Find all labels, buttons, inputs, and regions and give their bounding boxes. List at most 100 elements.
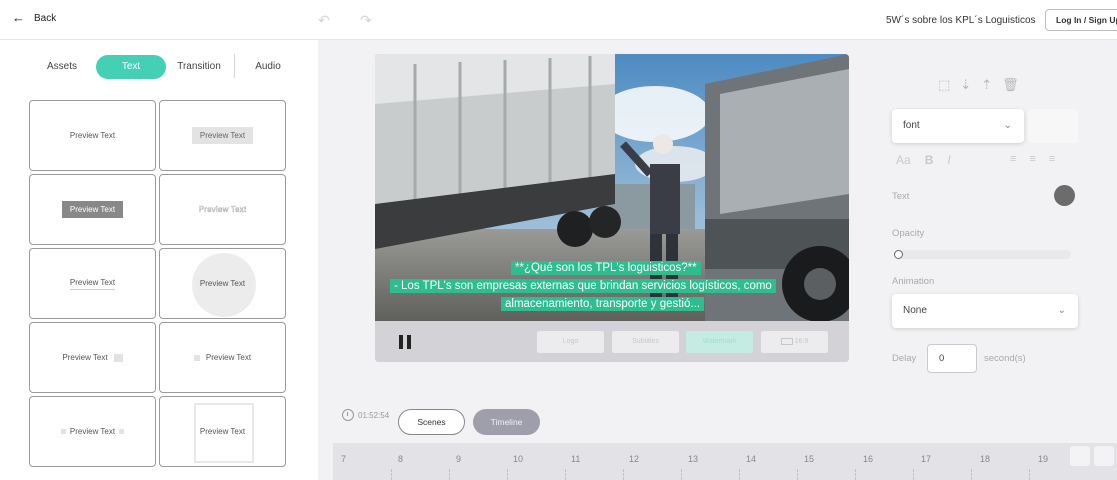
ruler-tick: 14 <box>746 454 757 464</box>
video-preview: **¿Qué son los TPL's loguisticos?** - Lo… <box>375 54 849 362</box>
preset-label: Preview Text <box>191 127 254 144</box>
watermark-button[interactable]: Watermark <box>686 331 753 353</box>
ruler-gridline <box>1029 469 1030 480</box>
opacity-label: Opacity <box>892 228 925 239</box>
font-value: font <box>903 120 920 131</box>
preset-label: Preview Text <box>69 427 116 436</box>
send-backward-icon[interactable]: ⇡ <box>981 77 992 93</box>
ruler-tick: 10 <box>513 454 524 464</box>
ruler-tick: 9 <box>456 454 462 464</box>
ruler-gridline <box>623 469 624 480</box>
pause-icon[interactable] <box>399 335 413 349</box>
tab-assets[interactable]: Assets <box>36 55 88 79</box>
ruler-tick: 17 <box>921 454 932 464</box>
preset-label: Preview Text <box>69 131 116 140</box>
subtitle-line: - Los TPL's son empresas externas que br… <box>390 279 776 293</box>
ruler-tick: 8 <box>398 454 404 464</box>
align-center-icon[interactable]: ≡ <box>1029 153 1035 165</box>
aspect-ratio-button[interactable]: 16:9 <box>761 331 828 353</box>
time-display: 01:52:54 <box>342 409 389 421</box>
ruler-tick: 15 <box>804 454 815 464</box>
timeline-button[interactable]: Timeline <box>473 409 540 435</box>
ruler-gridline <box>855 469 856 480</box>
italic-icon[interactable]: I <box>947 153 950 167</box>
delay-input[interactable]: 0 <box>927 344 977 373</box>
text-preset-square-left[interactable]: Preview Text <box>159 322 286 393</box>
chevron-down-icon: ⌄ <box>1057 305 1066 316</box>
subtitle-line: **¿Qué son los TPL's loguisticos?** <box>511 261 701 275</box>
text-color-swatch[interactable] <box>1054 185 1075 206</box>
animation-value: None <box>903 305 927 316</box>
text-preset-dark-box[interactable]: Preview Text <box>29 174 156 245</box>
ruler-gridline <box>739 469 740 480</box>
preset-label: Preview Text <box>61 201 124 218</box>
ruler-tick: 16 <box>863 454 874 464</box>
ruler-gridline <box>507 469 508 480</box>
time-value: 01:52:54 <box>358 410 390 420</box>
text-preset-underline[interactable]: Preview Text <box>29 248 156 319</box>
tab-text[interactable]: Text <box>96 55 166 79</box>
animation-select[interactable]: None ⌄ <box>892 294 1078 328</box>
preset-label: Preview Text <box>205 353 252 362</box>
preset-label: Preview Text <box>199 427 246 436</box>
text-preset-gray-box[interactable]: Preview Text <box>159 100 286 171</box>
ruler-tick: 7 <box>341 454 347 464</box>
login-signup-button[interactable]: Log In / Sign Up <box>1045 9 1117 31</box>
text-preset-square-right[interactable]: Preview Text <box>29 322 156 393</box>
back-button[interactable]: ← Back <box>12 11 56 24</box>
ruler-gridline <box>391 469 392 480</box>
tab-audio[interactable]: Audio <box>244 55 292 79</box>
top-bar: ← Back ↶ ↷ 5W´s sobre los KPL´s Loguisti… <box>0 0 1117 40</box>
font-size-icon[interactable]: Aa <box>896 153 911 167</box>
ratio-label: 16:9 <box>794 338 809 345</box>
ruler-tick: 19 <box>1038 454 1049 464</box>
ruler-gridline <box>913 469 914 480</box>
bring-forward-icon[interactable]: ⇣ <box>960 77 971 93</box>
video-frame[interactable]: **¿Qué son los TPL's loguisticos?** - Lo… <box>375 54 849 321</box>
ratio-icon <box>780 337 793 345</box>
scenes-button[interactable]: Scenes <box>398 409 465 435</box>
ruler-tick: 12 <box>629 454 640 464</box>
delay-label: Delay <box>892 353 917 364</box>
align-right-icon[interactable]: ≡ <box>1049 153 1055 165</box>
animation-label: Animation <box>892 276 935 287</box>
tab-transition[interactable]: Transition <box>170 55 228 79</box>
text-preset-circle[interactable]: Preview Text <box>159 248 286 319</box>
text-preset-framed[interactable]: Preview Text <box>159 396 286 467</box>
text-preset-corner-dots[interactable]: Preview Text <box>29 396 156 467</box>
ruler-tick: 11 <box>571 454 581 464</box>
asset-tabs: Assets Text Transition Audio <box>0 40 318 92</box>
undo-icon[interactable]: ↶ <box>318 12 330 29</box>
opacity-slider-track[interactable] <box>894 250 1071 259</box>
opacity-slider-thumb[interactable] <box>894 250 903 259</box>
font-size-input[interactable] <box>1028 109 1078 143</box>
text-color-label: Text <box>892 191 910 202</box>
ruler-gridline <box>449 469 450 480</box>
text-preset-plain[interactable]: Preview Text <box>29 100 156 171</box>
bold-icon[interactable]: B <box>925 153 934 167</box>
zoom-out-button[interactable] <box>1070 446 1090 466</box>
clock-icon <box>342 409 354 421</box>
trash-icon[interactable]: 🗑 <box>1002 77 1019 93</box>
timeline-ruler[interactable]: 7 8 9 10 11 12 13 14 15 16 17 18 19 20 <box>333 443 1117 480</box>
font-select[interactable]: font ⌄ <box>892 109 1024 143</box>
ruler-gridline <box>565 469 566 480</box>
logo-button[interactable]: Logo <box>537 331 604 353</box>
corner-dot <box>119 429 125 434</box>
redo-icon[interactable]: ↷ <box>360 12 372 29</box>
text-preset-outline[interactable]: Preview Text <box>159 174 286 245</box>
preset-label: Preview Text <box>69 278 116 290</box>
square-shape <box>193 354 200 361</box>
zoom-in-button[interactable] <box>1094 446 1114 466</box>
text-format-tools: Aa B I <box>896 153 951 167</box>
ruler-gridline <box>971 469 972 480</box>
text-frame-icon[interactable]: ⬚ <box>938 77 950 93</box>
corner-dot <box>60 429 66 434</box>
delay-unit: second(s) <box>984 353 1026 364</box>
align-left-icon[interactable]: ≡ <box>1010 153 1016 165</box>
subtitles-button[interactable]: Subtitles <box>612 331 679 353</box>
preset-label: Preview Text <box>199 279 246 288</box>
preset-label: Preview Text <box>62 353 108 362</box>
project-title: 5W´s sobre los KPL´s Loguisticos <box>886 15 1036 26</box>
text-align-tools: ≡ ≡ ≡ <box>1010 153 1055 165</box>
